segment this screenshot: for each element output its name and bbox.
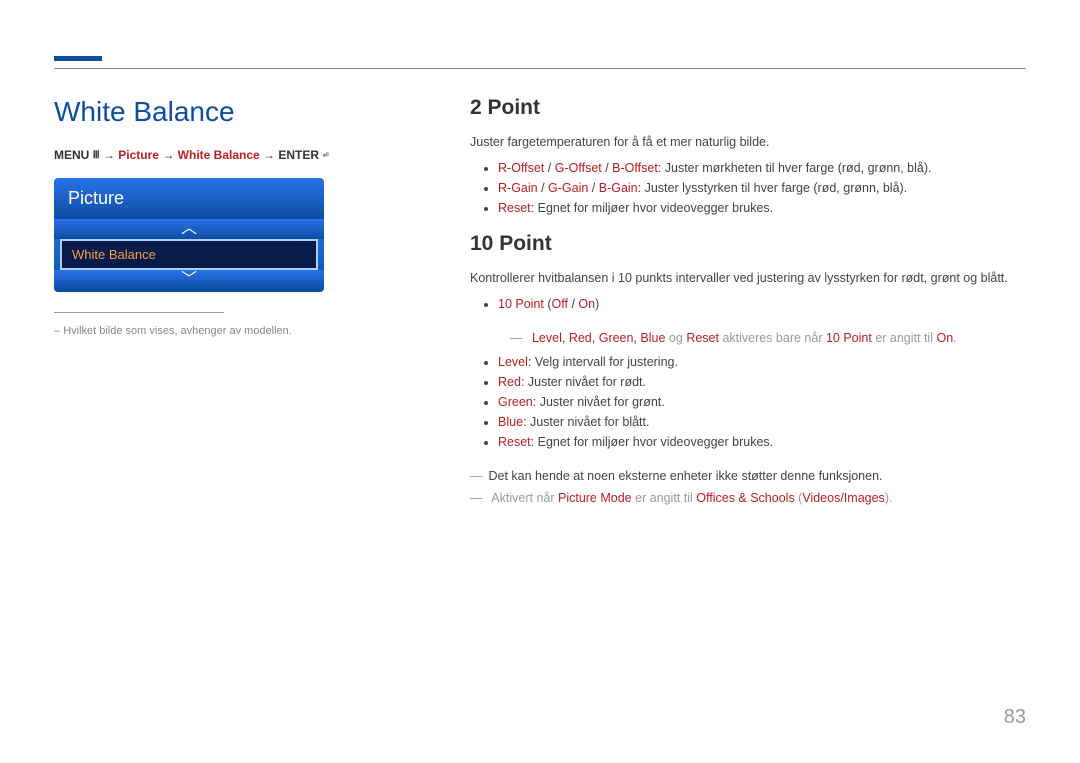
chevron-up-icon: ︿ xyxy=(181,220,197,237)
list-item: Green: Juster nivået for grønt. xyxy=(498,392,1026,412)
mid-text: er angitt til xyxy=(632,491,697,505)
opt-off: Off xyxy=(552,297,568,311)
term-10point: 10 Point xyxy=(826,331,872,345)
desc: : Juster lysstyrken til hver farge (rød,… xyxy=(638,181,908,195)
term-blue: Blue xyxy=(498,415,523,429)
page-number: 83 xyxy=(1004,706,1026,729)
left-column: White Balance MENU Ⅲ → Picture → White B… xyxy=(54,96,414,510)
header-accent-rule xyxy=(54,56,102,61)
page-content: White Balance MENU Ⅲ → Picture → White B… xyxy=(54,96,1026,510)
term-offices-schools: Offices & Schools xyxy=(696,491,794,505)
list-item: Reset: Egnet for miljøer hvor videovegge… xyxy=(498,198,1026,218)
mid2-text: er angitt til xyxy=(872,331,937,345)
desc: : Egnet for miljøer hvor videovegger bru… xyxy=(531,435,773,449)
desc: : Juster mørkheten til hver farge (rød, … xyxy=(658,161,932,175)
paren-close: ) xyxy=(595,297,599,311)
term-videos-images: Videos/Images xyxy=(802,491,884,505)
menu-widget-body: ︿ White Balance ﹀ xyxy=(54,219,324,292)
opt-on: On xyxy=(578,297,595,311)
sub-note-wrap: Level, Red, Green, Blue og Reset aktiver… xyxy=(470,328,1026,348)
desc: : Juster nivået for grønt. xyxy=(533,395,665,409)
term-r-offset: R-Offset xyxy=(498,161,544,175)
term-red: Red xyxy=(498,375,521,389)
term-blue: Blue xyxy=(640,331,665,345)
term-picture-mode: Picture Mode xyxy=(558,491,632,505)
section-10point-title: 10 Point xyxy=(470,232,1026,256)
list-item: Red: Juster nivået for rødt. xyxy=(498,372,1026,392)
external-device-note: Det kan hende at noen eksterne enheter i… xyxy=(470,466,1026,486)
pre-text: Aktivert når xyxy=(491,491,558,505)
breadcrumb-white-balance: White Balance xyxy=(178,148,260,162)
term-g-gain: G-Gain xyxy=(548,181,588,195)
breadcrumb-menu: MENU xyxy=(54,148,89,162)
term-level: Level xyxy=(532,331,562,345)
breadcrumb-picture: Picture xyxy=(118,148,159,162)
list-item: R-Offset / G-Offset / B-Offset: Juster m… xyxy=(498,158,1026,178)
paren-open: ( xyxy=(544,297,552,311)
term-g-offset: G-Offset xyxy=(555,161,602,175)
section-10point-intro: Kontrollerer hvitbalansen i 10 punkts in… xyxy=(470,268,1026,288)
desc: : Juster nivået for rødt. xyxy=(521,375,646,389)
section-2point-title: 2 Point xyxy=(470,96,1026,120)
menu-scroll-down[interactable]: ﹀ xyxy=(54,270,324,290)
activation-note: Level, Red, Green, Blue og Reset aktiver… xyxy=(510,328,1026,348)
list-item: R-Gain / G-Gain / B-Gain: Juster lysstyr… xyxy=(498,178,1026,198)
breadcrumb-sep: → xyxy=(103,148,118,162)
right-column: 2 Point Juster fargetemperaturen for å f… xyxy=(470,96,1026,510)
term-b-gain: B-Gain xyxy=(599,181,638,195)
desc: : Juster nivået for blått. xyxy=(523,415,649,429)
section-10point-list2: Level: Velg intervall for justering. Red… xyxy=(470,352,1026,452)
breadcrumb-sep: → xyxy=(263,148,278,162)
list-item: Reset: Egnet for miljøer hvor videovegge… xyxy=(498,432,1026,452)
note-separator xyxy=(54,312,224,313)
header-rule xyxy=(54,68,1026,69)
term-green: Green xyxy=(599,331,634,345)
menu-scroll-up[interactable]: ︿ xyxy=(54,219,324,239)
breadcrumb: MENU Ⅲ → Picture → White Balance → ENTER… xyxy=(54,148,414,162)
picture-mode-note: Aktivert når Picture Mode er angitt til … xyxy=(470,488,1026,508)
list-item: Level: Velg intervall for justering. xyxy=(498,352,1026,372)
term-reset: Reset xyxy=(498,201,531,215)
list-item: 10 Point (Off / On) xyxy=(498,294,1026,314)
menu-widget-header: Picture xyxy=(54,178,324,219)
mid-text: aktiveres bare når xyxy=(719,331,826,345)
paren-close: ). xyxy=(885,491,893,505)
chevron-down-icon: ﹀ xyxy=(181,271,197,288)
term-red: Red xyxy=(569,331,592,345)
desc: : Velg intervall for justering. xyxy=(528,355,678,369)
menu-icon: Ⅲ xyxy=(93,150,100,161)
term-reset: Reset xyxy=(686,331,719,345)
term-10point: 10 Point xyxy=(498,297,544,311)
desc: : Egnet for miljøer hvor videovegger bru… xyxy=(531,201,773,215)
term-on: On xyxy=(936,331,953,345)
model-note: Hvilket bilde som vises, avhenger av mod… xyxy=(54,325,414,337)
term-green: Green xyxy=(498,395,533,409)
og-text: og xyxy=(665,331,686,345)
breadcrumb-enter: ENTER xyxy=(278,148,319,162)
breadcrumb-sep: → xyxy=(162,148,177,162)
opt-sep: / xyxy=(568,297,578,311)
term-reset: Reset xyxy=(498,435,531,449)
menu-item-white-balance[interactable]: White Balance xyxy=(60,239,318,270)
list-item: Blue: Juster nivået for blått. xyxy=(498,412,1026,432)
section-10point-list: 10 Point (Off / On) xyxy=(470,294,1026,314)
term-level: Level xyxy=(498,355,528,369)
menu-widget: Picture ︿ White Balance ﹀ xyxy=(54,178,324,292)
section-2point-list: R-Offset / G-Offset / B-Offset: Juster m… xyxy=(470,158,1026,218)
enter-icon: ⏎ xyxy=(322,150,328,161)
term-b-offset: B-Offset xyxy=(612,161,658,175)
page-title: White Balance xyxy=(54,96,414,128)
section-2point-intro: Juster fargetemperaturen for å få et mer… xyxy=(470,132,1026,152)
term-r-gain: R-Gain xyxy=(498,181,538,195)
end-text: . xyxy=(953,331,956,345)
